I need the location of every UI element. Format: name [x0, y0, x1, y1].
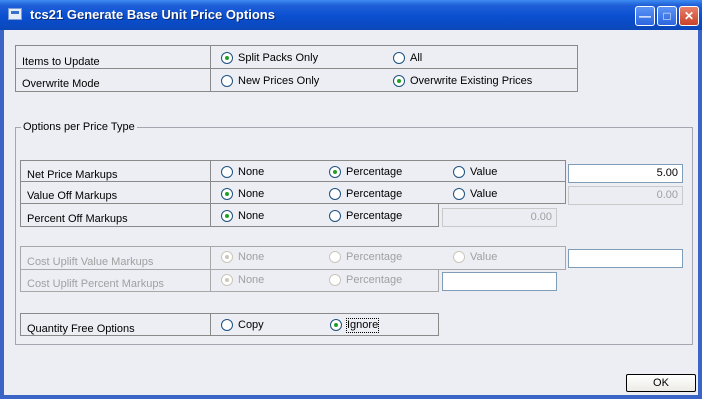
radio-circle — [453, 251, 465, 263]
dialog-window: tcs21 Generate Base Unit Price Options —… — [0, 0, 702, 399]
radio-circle — [329, 188, 341, 200]
radio-circle — [393, 52, 405, 64]
radio-circle — [330, 319, 342, 331]
percent-off-label: Percent Off Markups — [27, 213, 128, 225]
ok-button[interactable]: OK — [626, 374, 696, 392]
cost-uplift-percent-input[interactable] — [442, 272, 557, 291]
group-title: Options per Price Type — [21, 121, 137, 133]
minimize-icon: — — [639, 9, 651, 23]
quantity-free-label: Quantity Free Options — [27, 323, 135, 335]
overwrite-mode-label: Overwrite Mode — [22, 78, 100, 90]
radio-circle — [221, 210, 233, 222]
radio-circle — [329, 166, 341, 178]
radio-circle — [329, 251, 341, 263]
cost-uplift-value-label: Cost Uplift Value Markups — [27, 256, 154, 268]
radio-circle — [221, 75, 233, 87]
cost-uplift-percent-label: Cost Uplift Percent Markups — [27, 278, 164, 290]
maximize-icon: □ — [663, 9, 671, 23]
radio-circle — [221, 274, 233, 286]
net-price-label: Net Price Markups — [27, 169, 118, 181]
radio-circle — [221, 319, 233, 331]
close-icon: ✕ — [683, 9, 695, 23]
maximize-button[interactable]: □ — [657, 6, 677, 26]
net-price-value-input[interactable]: 5.00 — [568, 164, 683, 183]
radio-circle — [329, 210, 341, 222]
close-button[interactable]: ✕ — [679, 6, 699, 26]
radio-circle — [393, 75, 405, 87]
minimize-button[interactable]: — — [635, 6, 655, 26]
radio-circle — [221, 251, 233, 263]
radio-circle — [221, 188, 233, 200]
percent-off-value-input[interactable]: 0.00 — [442, 208, 557, 227]
title-bar[interactable]: tcs21 Generate Base Unit Price Options —… — [0, 0, 702, 30]
radio-circle — [453, 166, 465, 178]
value-off-label: Value Off Markups — [27, 190, 118, 202]
value-off-value-input[interactable]: 0.00 — [568, 186, 683, 205]
items-to-update-label: Items to Update — [22, 56, 100, 68]
window-title: tcs21 Generate Base Unit Price Options — [30, 7, 275, 22]
cost-uplift-value-input[interactable] — [568, 249, 683, 268]
radio-circle — [453, 188, 465, 200]
radio-circle — [221, 166, 233, 178]
radio-circle — [221, 52, 233, 64]
radio-circle — [329, 274, 341, 286]
app-icon — [8, 8, 22, 20]
